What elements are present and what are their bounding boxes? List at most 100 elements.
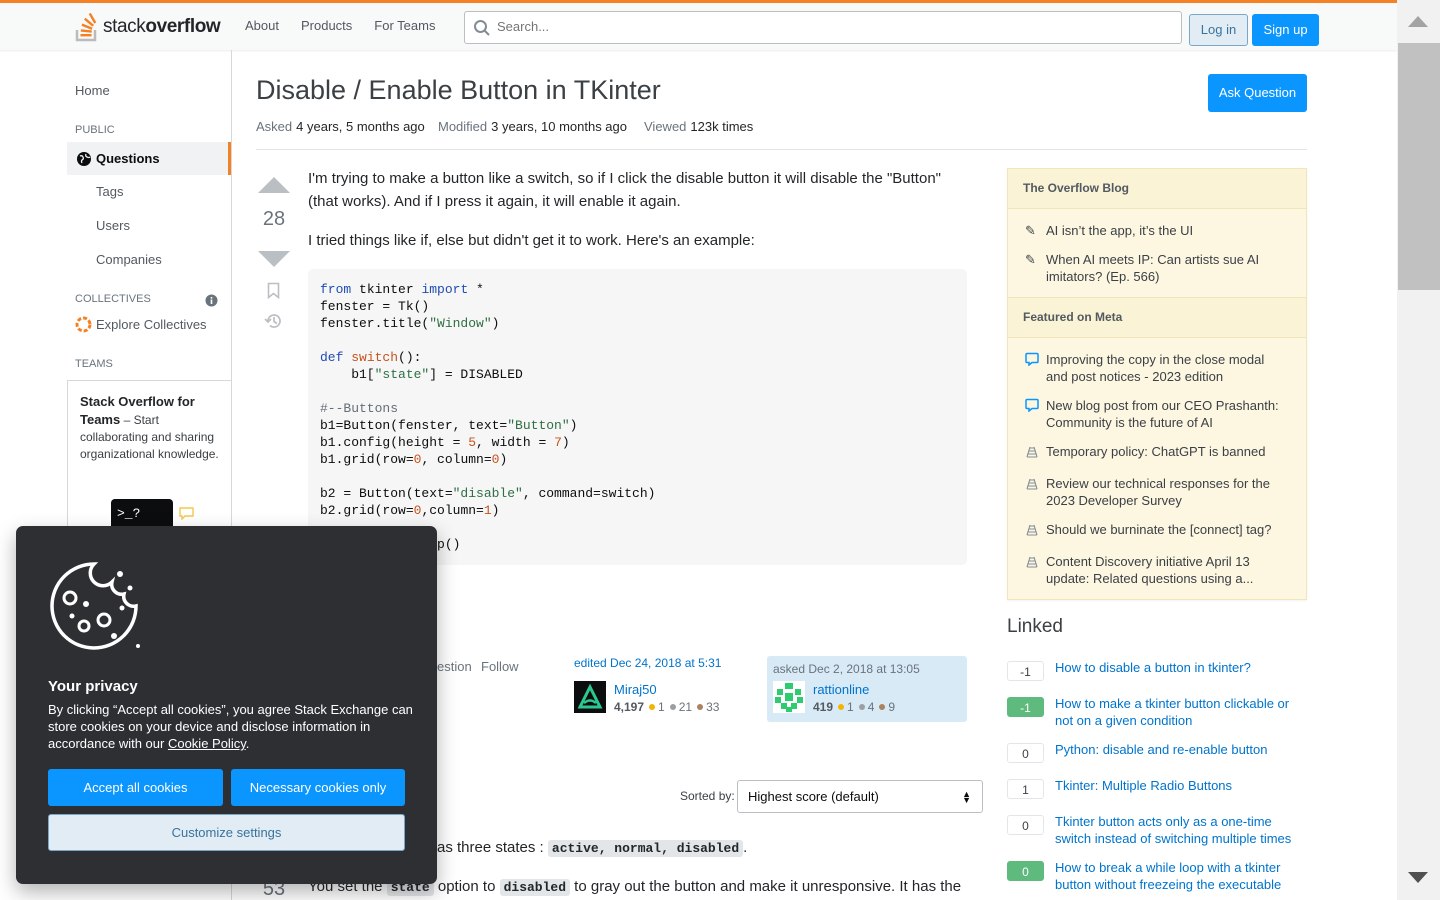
stack-exchange-icon <box>1026 556 1038 568</box>
cookie-title: Your privacy <box>48 678 138 695</box>
sidebar-item-explore-collectives[interactable]: Explore Collectives <box>96 317 207 332</box>
cookie-text: By clicking “Accept all cookies”, you ag… <box>48 702 413 751</box>
question-body-paragraph: I'm trying to make a button like a switc… <box>308 170 941 210</box>
avatar[interactable] <box>773 681 805 713</box>
linked-heading: Linked <box>1007 616 1063 637</box>
ask-question-button[interactable]: Ask Question <box>1208 74 1307 112</box>
answer-body-line: as three states : active, normal, disabl… <box>437 839 748 857</box>
teams-promo-text: Stack Overflow for Teams – Start collabo… <box>80 394 219 461</box>
cookie-icon <box>50 562 140 650</box>
sidebar-item-home[interactable]: Home <box>75 83 110 98</box>
sidebar-item-companies[interactable]: Companies <box>96 252 162 267</box>
nav-about[interactable]: About <box>236 11 288 40</box>
scroll-up-arrow-icon[interactable] <box>1408 16 1428 27</box>
sort-select[interactable]: Highest score (default) ▲ ▼ <box>737 780 983 813</box>
search-icon <box>474 20 490 36</box>
pencil-icon: ✎ <box>1025 252 1036 267</box>
stack-exchange-icon <box>1026 524 1038 536</box>
code-block: from tkinter import * fenster = Tk() fen… <box>308 269 967 565</box>
user-name[interactable]: rattionline <box>813 682 869 697</box>
stack-exchange-icon <box>1026 478 1038 490</box>
linked-question-link[interactable]: Python: disable and re-enable button <box>1055 741 1305 758</box>
meta-item[interactable]: New blog post from our CEO Prashanth: Co… <box>1046 397 1286 431</box>
meta-heading: Featured on Meta <box>1008 297 1306 338</box>
sidebar-item-tags[interactable]: Tags <box>96 184 123 199</box>
stackoverflow-logo-icon <box>75 12 97 42</box>
meta-item[interactable]: Content Discovery initiative April 13 up… <box>1046 553 1286 587</box>
top-bar: stackoverflow About Products For Teams L… <box>0 0 1397 50</box>
follow-link[interactable]: Follow <box>481 659 519 674</box>
linked-question-link[interactable]: Tkinter button acts only as a one-time s… <box>1055 813 1305 847</box>
speech-bubble-icon <box>1025 352 1039 366</box>
question-title[interactable]: Disable / Enable Button in TKinter <box>256 75 661 106</box>
user-reputation: 419 1 4 9 <box>813 700 896 714</box>
asked-meta: Asked 4 years, 5 months ago <box>256 119 425 134</box>
user-name[interactable]: Miraj50 <box>614 682 657 697</box>
cookie-policy-link[interactable]: Cookie Policy <box>168 736 246 751</box>
overflow-blog-widget: The Overflow Blog ✎ AI isn’t the app, it… <box>1007 168 1307 600</box>
linked-question-link[interactable]: How to break a while loop with a tkinter… <box>1055 859 1305 893</box>
meta-item[interactable]: Improving the copy in the close modal an… <box>1046 351 1286 385</box>
asker-signature: asked Dec 2, 2018 at 13:05 rattionline 4… <box>767 656 967 722</box>
nav-products[interactable]: Products <box>292 11 361 40</box>
nav-for-teams[interactable]: For Teams <box>365 11 444 40</box>
viewed-meta: Viewed 123k times <box>644 119 754 134</box>
vote-count: 28 <box>262 208 286 230</box>
question-body-paragraph: I tried things like if, else but didn't … <box>308 232 755 249</box>
sidebar-section-collectives: COLLECTIVES <box>75 293 151 305</box>
linked-score-badge: -1 <box>1007 697 1044 717</box>
linked-score-badge: 1 <box>1007 779 1044 799</box>
accept-all-cookies-button[interactable]: Accept all cookies <box>48 769 223 806</box>
info-icon[interactable] <box>205 294 218 307</box>
meta-item[interactable]: Review our technical responses for the 2… <box>1046 475 1286 509</box>
stack-exchange-icon <box>1026 446 1038 458</box>
speech-bubble-icon <box>1025 398 1039 412</box>
meta-item[interactable]: Should we burninate the [connect] tag? <box>1046 521 1286 538</box>
upvote-arrow-icon[interactable] <box>258 177 290 193</box>
logo-text: stackoverflow <box>103 16 221 37</box>
linked-score-badge: 0 <box>1007 815 1044 835</box>
downvote-arrow-icon[interactable] <box>258 251 290 267</box>
divider <box>256 149 1307 150</box>
post-action-improve-question[interactable]: estion <box>437 659 472 674</box>
scroll-thumb[interactable] <box>1398 43 1440 290</box>
sidebar-item-questions[interactable]: Questions <box>67 142 231 175</box>
select-arrows-icon: ▲ ▼ <box>962 789 971 805</box>
sorted-by-label: Sorted by: <box>680 789 735 803</box>
blog-item[interactable]: AI isn’t the app, it’s the UI <box>1046 222 1286 239</box>
cookie-consent-dialog: Your privacy By clicking “Accept all coo… <box>16 526 437 884</box>
search-box <box>464 11 1182 44</box>
necessary-cookies-button[interactable]: Necessary cookies only <box>231 769 405 806</box>
modified-meta: Modified 3 years, 10 months ago <box>438 119 627 134</box>
sidebar-section-public: PUBLIC <box>75 124 115 136</box>
avatar[interactable] <box>574 681 606 713</box>
linked-score-badge: 0 <box>1007 743 1044 763</box>
edited-link[interactable]: edited Dec 24, 2018 at 5:31 <box>574 656 721 670</box>
scroll-down-arrow-icon[interactable] <box>1408 872 1428 883</box>
linked-question-link[interactable]: How to make a tkinter button clickable o… <box>1055 695 1305 729</box>
linked-score-badge: 0 <box>1007 861 1044 881</box>
meta-item[interactable]: Temporary policy: ChatGPT is banned <box>1046 443 1286 460</box>
chat-bubble-icon <box>179 507 194 520</box>
sidebar-section-teams: TEAMS <box>75 358 113 370</box>
globe-icon <box>77 152 91 166</box>
sidebar-item-users[interactable]: Users <box>96 218 130 233</box>
pencil-icon: ✎ <box>1025 223 1036 238</box>
login-button[interactable]: Log in <box>1189 14 1248 46</box>
asked-timestamp: asked Dec 2, 2018 at 13:05 <box>773 662 920 676</box>
signup-button[interactable]: Sign up <box>1252 14 1319 46</box>
linked-question-link[interactable]: Tkinter: Multiple Radio Buttons <box>1055 777 1305 794</box>
site-logo[interactable]: stackoverflow <box>74 11 221 43</box>
bookmark-icon[interactable] <box>267 282 280 299</box>
search-input[interactable] <box>497 19 1157 34</box>
customize-settings-button[interactable]: Customize settings <box>48 814 405 851</box>
history-icon[interactable] <box>264 312 283 330</box>
blog-item[interactable]: When AI meets IP: Can artists sue AI imi… <box>1046 251 1286 285</box>
linked-question-link[interactable]: How to disable a button in tkinter? <box>1055 659 1305 676</box>
sort-selected-value: Highest score (default) <box>748 789 879 804</box>
page-scrollbar[interactable] <box>1397 0 1440 900</box>
linked-score-badge: -1 <box>1007 661 1044 681</box>
sidebar-item-label: Questions <box>96 151 160 166</box>
collectives-icon <box>75 316 92 333</box>
editor-signature: edited Dec 24, 2018 at 5:31 Miraj50 4,19… <box>574 656 759 722</box>
